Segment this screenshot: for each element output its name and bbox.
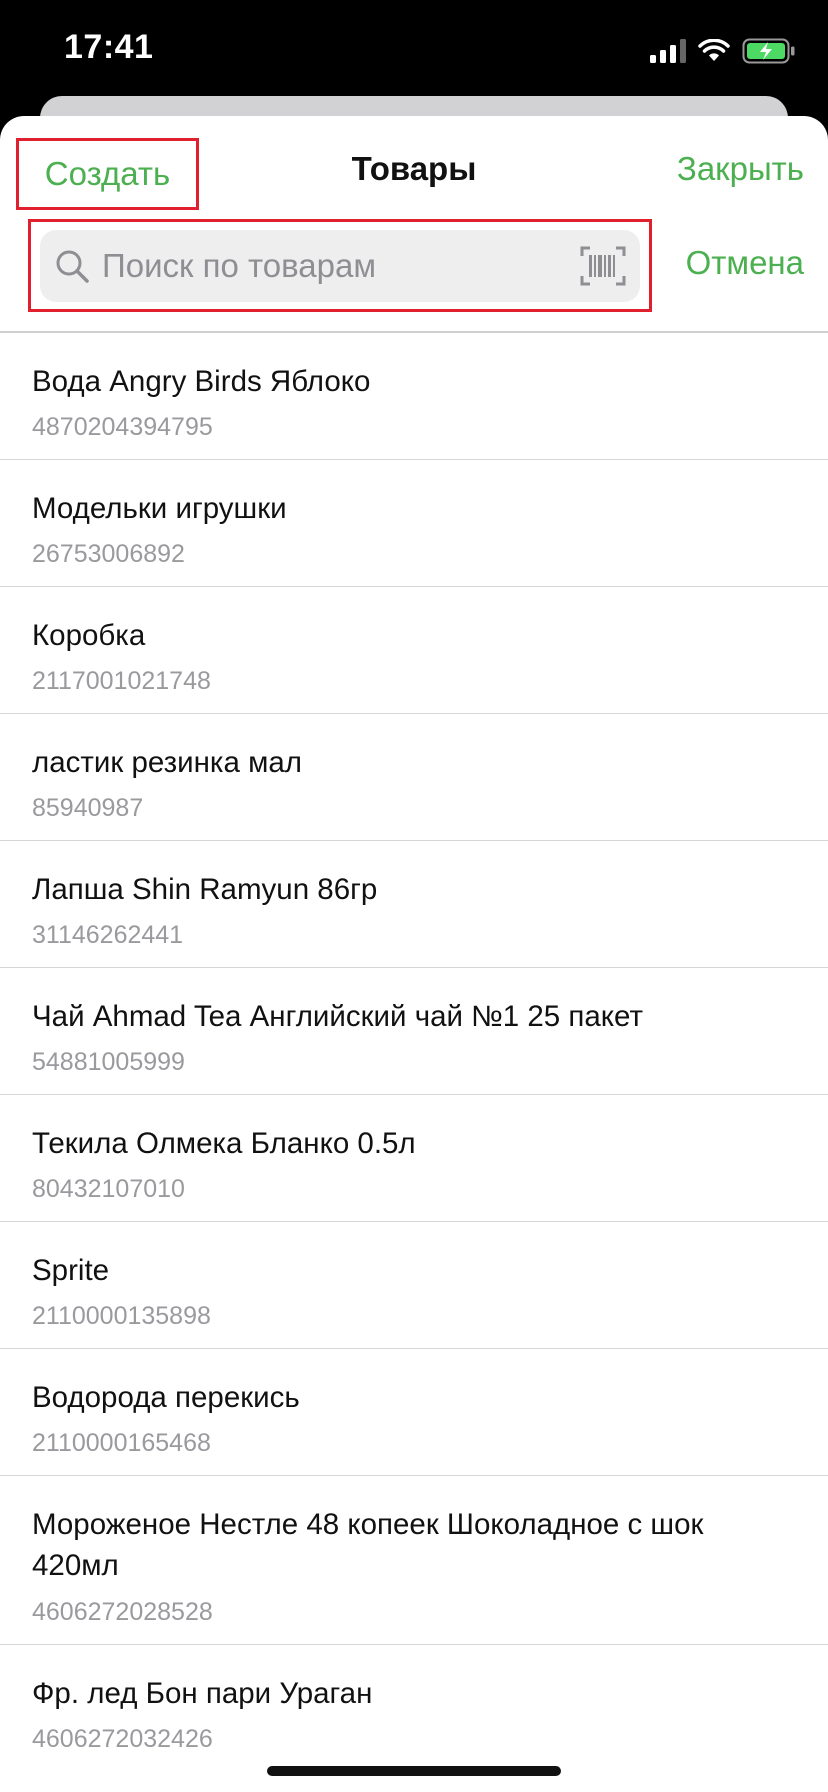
product-barcode: 31146262441 (32, 921, 184, 949)
search-input[interactable] (102, 230, 542, 302)
home-indicator[interactable] (267, 1766, 561, 1776)
cancel-button[interactable]: Отмена (686, 244, 804, 282)
list-item[interactable]: ластик резинка мал 85940987 (0, 714, 828, 841)
list-item[interactable]: Водорода перекись 2110000165468 (0, 1349, 828, 1476)
signal-icon (650, 39, 686, 63)
status-bar: 17:41 (0, 0, 828, 100)
product-name: Sprite (32, 1254, 110, 1287)
product-barcode: 4870204394795 (32, 413, 213, 441)
product-name: Водорода перекись (32, 1381, 300, 1414)
product-barcode: 54881005999 (32, 1048, 185, 1076)
list-item[interactable]: Коробка 2117001021748 (0, 587, 828, 714)
list-item[interactable]: Фр. лед Бон пари Ураган 4606272032426 (0, 1645, 828, 1772)
product-barcode: 2117001021748 (32, 667, 211, 695)
list-item[interactable]: Лапша Shin Ramyun 86гр 31146262441 (0, 841, 828, 968)
search-field[interactable] (40, 230, 640, 302)
list-item[interactable]: Вода Angry Birds Яблоко 4870204394795 (0, 333, 828, 460)
product-name: Мороженое Нестле 48 копеек Шоколадное с … (32, 1508, 704, 1582)
product-list: Вода Angry Birds Яблоко 4870204394795 Мо… (0, 333, 828, 1772)
product-barcode: 4606272032426 (32, 1725, 213, 1753)
list-item[interactable]: Текила Олмека Бланко 0.5л 80432107010 (0, 1095, 828, 1222)
list-item[interactable]: Чай Ahmad Tea Английский чай №1 25 пакет… (0, 968, 828, 1095)
product-barcode: 4606272028528 (32, 1598, 213, 1626)
nav-bar: Создать Товары Закрыть (0, 116, 828, 212)
close-button[interactable]: Закрыть (677, 150, 804, 188)
search-icon (56, 250, 89, 283)
product-barcode: 2110000135898 (32, 1302, 211, 1330)
product-name: Текила Олмека Бланко 0.5л (32, 1127, 416, 1160)
product-barcode: 26753006892 (32, 540, 185, 568)
product-barcode: 80432107010 (32, 1175, 185, 1203)
products-sheet: Создать Товары Закрыть Отмена Вода Angry… (0, 116, 828, 1792)
list-item[interactable]: Мороженое Нестле 48 копеек Шоколадное с … (0, 1476, 828, 1645)
list-item[interactable]: Sprite 2110000135898 (0, 1222, 828, 1349)
status-icons (650, 38, 796, 64)
product-name: Лапша Shin Ramyun 86гр (32, 873, 378, 906)
product-name: Модельки игрушки (32, 492, 287, 525)
wifi-icon (698, 39, 730, 61)
product-barcode: 85940987 (32, 794, 144, 822)
product-name: ластик резинка мал (32, 746, 302, 779)
product-name: Чай Ahmad Tea Английский чай №1 25 пакет (32, 1000, 643, 1033)
product-barcode: 2110000165468 (32, 1429, 211, 1457)
product-name: Коробка (32, 619, 146, 652)
product-name: Фр. лед Бон пари Ураган (32, 1677, 373, 1710)
status-time: 17:41 (64, 28, 154, 66)
battery-charging-icon (742, 38, 795, 64)
create-button[interactable]: Создать (16, 138, 199, 210)
list-item[interactable]: Модельки игрушки 26753006892 (0, 460, 828, 587)
barcode-scan-icon[interactable] (580, 246, 626, 286)
product-name: Вода Angry Birds Яблоко (32, 365, 371, 398)
